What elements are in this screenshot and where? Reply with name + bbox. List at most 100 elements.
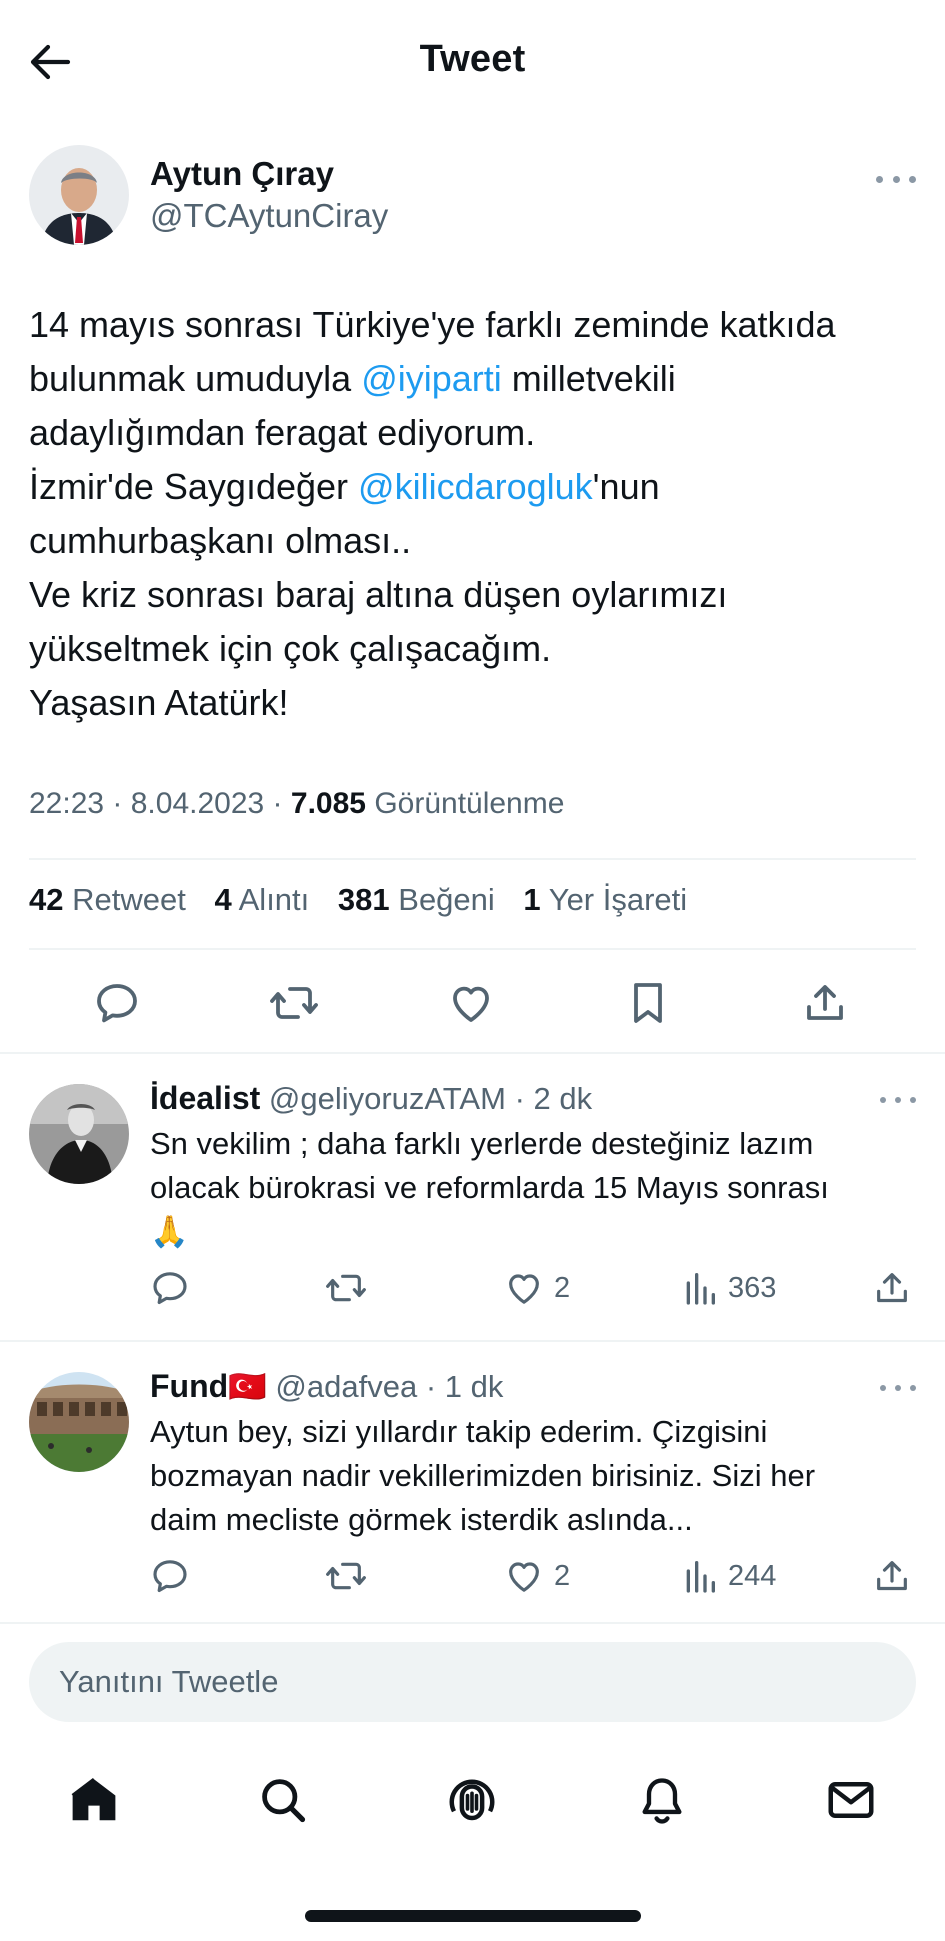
text-segment: yükseltmek için çok çalışacağım. [29, 628, 552, 669]
reply-action-bar: 2 244 [150, 1551, 920, 1601]
reply-item[interactable]: Fund🇹🇷 @adafvea · 1 dk Aytun bey, sizi y… [0, 1368, 945, 1608]
reply-time[interactable]: 2 dk [534, 1081, 593, 1116]
reply-icon [150, 1268, 190, 1308]
reply-text-line: Sn vekilim ; daha farklı yerlerde desteğ… [150, 1126, 814, 1161]
bookmark-icon [626, 979, 670, 1027]
flag-emoji: 🇹🇷 [228, 1369, 267, 1404]
text-segment: Yaşasın Atatürk! [29, 682, 289, 723]
reply-time[interactable]: 1 dk [445, 1369, 504, 1404]
views-icon [682, 1556, 718, 1596]
views-label: Görüntülenme [374, 787, 565, 820]
text-segment: 14 mayıs sonrası Türkiye'ye farklı zemin… [29, 304, 836, 345]
mention-link[interactable]: @iyiparti [361, 358, 502, 399]
likes-label: Beğeni [398, 882, 495, 917]
reply-input[interactable] [29, 1642, 916, 1722]
like-button[interactable]: 2 [504, 1263, 570, 1313]
tweet-text-line: adaylığımdan feragat ediyorum. [29, 406, 919, 460]
divider [0, 1340, 945, 1342]
like-count: 2 [554, 1271, 571, 1304]
likes-stat[interactable]: 381 Beğeni [338, 882, 495, 917]
text-segment: 'nun [592, 466, 660, 507]
notifications-icon [636, 1774, 688, 1826]
divider [0, 1052, 945, 1054]
text-segment: İzmir'de Saygıdeğer [29, 466, 359, 507]
reply-author-name[interactable]: Fund [150, 1368, 228, 1404]
divider [29, 858, 916, 860]
more-icon[interactable] [880, 1382, 916, 1394]
page-title: Tweet [419, 38, 526, 80]
views-icon [682, 1268, 718, 1308]
bookmark-button[interactable] [618, 970, 678, 1036]
tweet-text-line: yükseltmek için çok çalışacağım. [29, 622, 919, 676]
reply-separator: · [425, 1369, 437, 1404]
reply-button[interactable] [87, 970, 147, 1036]
reply-author-handle[interactable]: @adafvea [275, 1369, 417, 1404]
mention-link[interactable]: @kilicdarogluk [358, 466, 593, 507]
tweet-text-line: cumhurbaşkanı olması.. [29, 514, 919, 568]
retweets-label: Retweet [72, 882, 186, 917]
nav-messages[interactable] [811, 1760, 891, 1840]
retweet-button[interactable] [264, 970, 324, 1036]
nav-search[interactable] [243, 1760, 323, 1840]
messages-icon [824, 1773, 878, 1827]
like-button[interactable] [441, 970, 501, 1036]
quotes-label: Alıntı [238, 882, 310, 917]
quotes-stat[interactable]: 4 Alıntı [214, 882, 309, 917]
reply-header: Fund🇹🇷 @adafvea · 1 dk [150, 1368, 503, 1405]
nav-home[interactable] [54, 1760, 134, 1840]
reply-text: Aytun bey, sizi yıllardır takip ederim. … [150, 1410, 920, 1542]
reply-action-bar: 2 363 [150, 1263, 920, 1313]
views-count: 244 [728, 1559, 777, 1592]
tweet-text-line: bulunmak umuduyla @iyiparti milletvekili [29, 352, 919, 406]
reply-avatar[interactable] [29, 1372, 129, 1472]
reply-button[interactable] [150, 1551, 190, 1601]
bookmarks-stat[interactable]: 1 Yer İşareti [523, 882, 687, 917]
views-button[interactable]: 363 [682, 1263, 776, 1313]
reply-author-name[interactable]: İdealist [150, 1080, 260, 1116]
retweet-icon [324, 1268, 368, 1308]
nav-spaces[interactable] [432, 1760, 512, 1840]
tweet-text: 14 mayıs sonrası Türkiye'ye farklı zemin… [29, 298, 919, 730]
reply-text-line: 🙏 [150, 1214, 189, 1249]
tweet-text-line: İzmir'de Saygıdeğer @kilicdarogluk'nun [29, 460, 919, 514]
home-indicator[interactable] [305, 1910, 641, 1922]
bookmarks-label: Yer İşareti [548, 882, 688, 917]
quotes-count: 4 [214, 882, 232, 917]
tweet-date[interactable]: 8.04.2023 [131, 787, 264, 820]
author-name[interactable]: Aytun Çıray [150, 155, 334, 193]
retweets-stat[interactable]: 42 Retweet [29, 882, 186, 917]
share-icon [801, 979, 849, 1027]
views-button[interactable]: 244 [682, 1551, 776, 1601]
reply-text-line: daim mecliste görmek isterdik aslında... [150, 1502, 693, 1537]
share-button[interactable] [872, 1551, 912, 1601]
tweet-time[interactable]: 22:23 [29, 787, 104, 820]
reply-author-handle[interactable]: @geliyoruzATAM [269, 1081, 506, 1116]
like-button[interactable]: 2 [504, 1551, 570, 1601]
tweet-stats: 42 Retweet 4 Alıntı 381 Beğeni 1 Yer İşa… [29, 882, 707, 918]
more-icon[interactable] [880, 1094, 916, 1106]
retweet-button[interactable] [324, 1263, 368, 1313]
retweet-icon [324, 1556, 368, 1596]
text-segment: cumhurbaşkanı olması.. [29, 520, 412, 561]
retweets-count: 42 [29, 882, 64, 917]
text-segment: Ve kriz sonrası baraj altına düşen oylar… [29, 574, 728, 615]
author-handle[interactable]: @TCAytunCiray [150, 197, 388, 235]
reply-icon [93, 979, 141, 1027]
reply-text-line: bozmayan nadir vekillerimizden birisiniz… [150, 1458, 816, 1493]
tweet-action-bar [60, 970, 890, 1036]
text-segment: milletvekili [501, 358, 676, 399]
like-icon [504, 1268, 544, 1308]
reply-avatar[interactable] [29, 1084, 129, 1184]
reply-button[interactable] [150, 1263, 190, 1313]
tweet-meta: 22:23 · 8.04.2023 · 7.085 Görüntülenme [29, 787, 565, 820]
reply-text: Sn vekilim ; daha farklı yerlerde desteğ… [150, 1122, 920, 1254]
reply-item[interactable]: İdealist @geliyoruzATAM · 2 dk Sn vekili… [0, 1080, 945, 1330]
share-button[interactable] [872, 1263, 912, 1313]
like-icon [504, 1556, 544, 1596]
share-button[interactable] [795, 970, 855, 1036]
home-icon [67, 1773, 121, 1827]
nav-notifications[interactable] [622, 1760, 702, 1840]
author-avatar[interactable] [29, 145, 129, 245]
retweet-button[interactable] [324, 1551, 368, 1601]
more-icon[interactable] [876, 169, 916, 189]
